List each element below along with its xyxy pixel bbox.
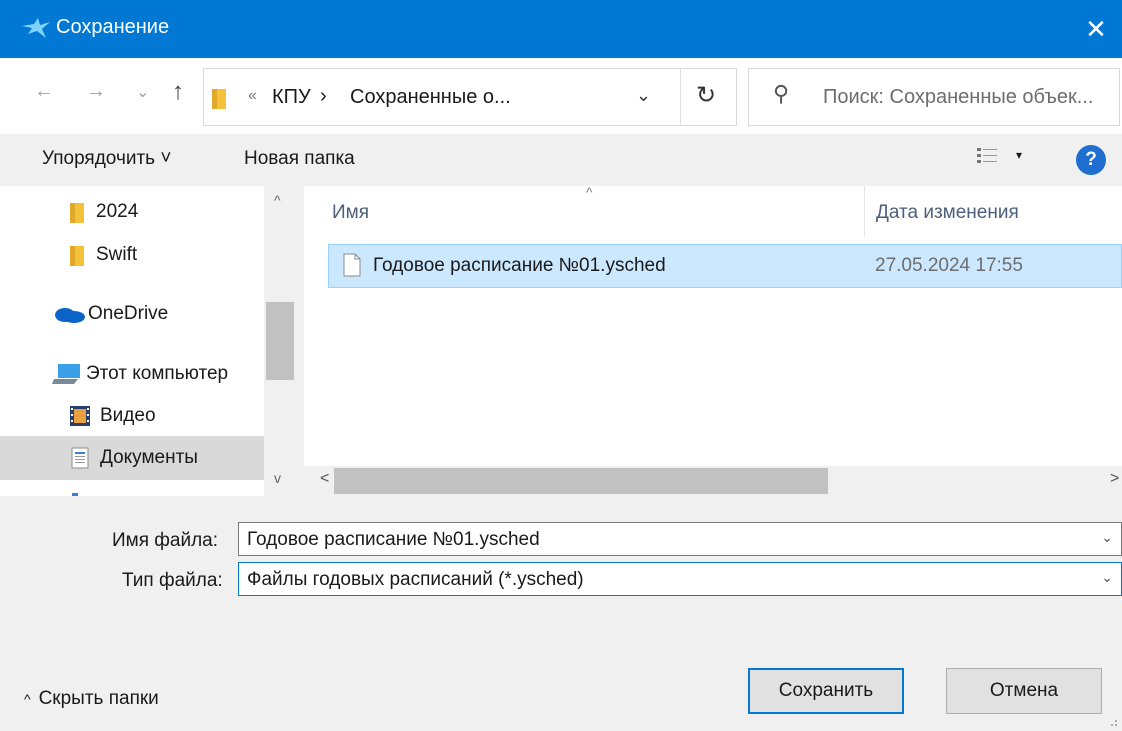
organize-button[interactable]: Упорядочить ˅: [42, 148, 171, 170]
tree-item-label: OneDrive: [88, 303, 169, 324]
new-folder-button[interactable]: Новая папка: [244, 148, 355, 170]
filetype-select[interactable]: Файлы годовых расписаний (*.ysched) ⌄: [238, 562, 1122, 596]
search-icon: ⚲: [773, 81, 790, 106]
tree-item-2024[interactable]: 2024: [70, 190, 138, 234]
computer-icon: [52, 364, 80, 384]
resize-grip-icon[interactable]: [1108, 717, 1118, 727]
navigation-pane: 2024 Swift OneDrive Этот компьютер Видео…: [0, 186, 296, 496]
tree-item-label: Этот компьютер: [86, 363, 229, 384]
hide-folders-label: Скрыть папки: [38, 688, 159, 709]
title-bar: Сохранение ✕: [0, 0, 1122, 58]
scroll-thumb[interactable]: [266, 302, 294, 380]
file-row[interactable]: Годовое расписание №01.ysched 27.05.2024…: [328, 244, 1122, 288]
folder-icon: [212, 89, 226, 109]
tree-item-partial[interactable]: [70, 480, 96, 496]
sort-indicator-icon: ^: [586, 184, 593, 200]
view-options-dropdown[interactable]: ▾: [1016, 148, 1022, 162]
hide-folders-button[interactable]: ^ Скрыть папки: [24, 688, 159, 710]
tree-item-video[interactable]: Видео: [70, 394, 156, 438]
bird-app-icon: [22, 18, 50, 38]
view-details-icon[interactable]: [976, 146, 998, 168]
window-title: Сохранение: [56, 16, 170, 38]
caret-up-icon: ^: [24, 691, 31, 707]
onedrive-icon: [55, 308, 85, 323]
tree-item-label: 2024: [96, 201, 139, 222]
downloads-icon: [72, 493, 78, 496]
scroll-down-button[interactable]: v: [274, 470, 281, 486]
refresh-button[interactable]: ↻: [696, 81, 716, 110]
column-header-row: ^ Имя Дата изменения: [304, 184, 1122, 236]
tree-item-this-pc[interactable]: Этот компьютер: [52, 352, 228, 396]
filename-label: Имя файла:: [112, 530, 219, 551]
documents-icon: [71, 447, 89, 469]
file-name: Годовое расписание №01.ysched: [373, 255, 666, 276]
path-overflow-button[interactable]: «: [248, 87, 257, 105]
filetype-dropdown-button[interactable]: ⌄: [1101, 569, 1113, 586]
navigation-bar: ← → ⌄ ↑ « КПУ › Сохраненные о... ⌄ ↻ ⚲ П…: [0, 58, 1122, 134]
scroll-right-button[interactable]: >: [1110, 470, 1119, 488]
hscroll-thumb[interactable]: [334, 468, 828, 494]
filetype-value[interactable]: Файлы годовых расписаний (*.ysched): [247, 569, 584, 591]
command-bar: Упорядочить ˅ Новая папка ▾ ?: [0, 134, 1122, 186]
tree-item-label: Swift: [96, 244, 138, 265]
column-header-date[interactable]: Дата изменения: [876, 202, 1019, 224]
column-header-name[interactable]: Имя: [332, 202, 369, 224]
recent-locations-button[interactable]: ⌄: [136, 82, 149, 102]
tree-item-label: Документы: [100, 447, 198, 468]
address-dropdown-button[interactable]: ⌄: [636, 85, 651, 106]
back-button[interactable]: ←: [34, 80, 54, 103]
video-icon: [70, 406, 90, 426]
search-box[interactable]: ⚲ Поиск: Сохраненные объек...: [748, 68, 1120, 126]
navpane-scrollbar[interactable]: ^ v: [264, 186, 296, 496]
address-divider: [680, 69, 681, 125]
folder-icon: [70, 246, 84, 266]
tree-item-documents[interactable]: Документы: [0, 436, 264, 480]
search-input[interactable]: Поиск: Сохраненные объек...: [823, 86, 1093, 109]
forward-button[interactable]: →: [86, 80, 106, 103]
file-list: ^ Имя Дата изменения Годовое расписание …: [304, 184, 1122, 496]
filelist-hscrollbar[interactable]: < >: [304, 466, 1122, 496]
column-separator[interactable]: [864, 186, 865, 236]
breadcrumb-separator[interactable]: ›: [320, 85, 327, 108]
filetype-label: Тип файла:: [122, 570, 223, 591]
save-button[interactable]: Сохранить: [748, 668, 904, 714]
close-button[interactable]: ✕: [1070, 0, 1122, 58]
folder-icon: [70, 203, 84, 223]
address-bar[interactable]: « КПУ › Сохраненные о... ⌄ ↻: [203, 68, 737, 126]
filename-value[interactable]: Годовое расписание №01.ysched: [247, 529, 540, 551]
up-button[interactable]: ↑: [172, 78, 184, 106]
scroll-left-button[interactable]: <: [320, 470, 329, 488]
cancel-button[interactable]: Отмена: [946, 668, 1102, 714]
breadcrumb-kpu[interactable]: КПУ: [272, 86, 311, 109]
breadcrumb-saved-objects[interactable]: Сохраненные о...: [350, 86, 511, 109]
tree-item-label: Видео: [100, 405, 156, 426]
filename-field[interactable]: Годовое расписание №01.ysched ⌄: [238, 522, 1122, 556]
tree-item-swift[interactable]: Swift: [70, 233, 137, 277]
close-icon: ✕: [1085, 13, 1107, 44]
filename-dropdown-button[interactable]: ⌄: [1101, 529, 1113, 546]
file-date: 27.05.2024 17:55: [875, 255, 1023, 276]
tree-item-onedrive[interactable]: OneDrive: [52, 292, 168, 336]
scroll-up-button[interactable]: ^: [274, 192, 281, 208]
file-icon: [343, 253, 361, 277]
help-button[interactable]: ?: [1076, 145, 1106, 175]
